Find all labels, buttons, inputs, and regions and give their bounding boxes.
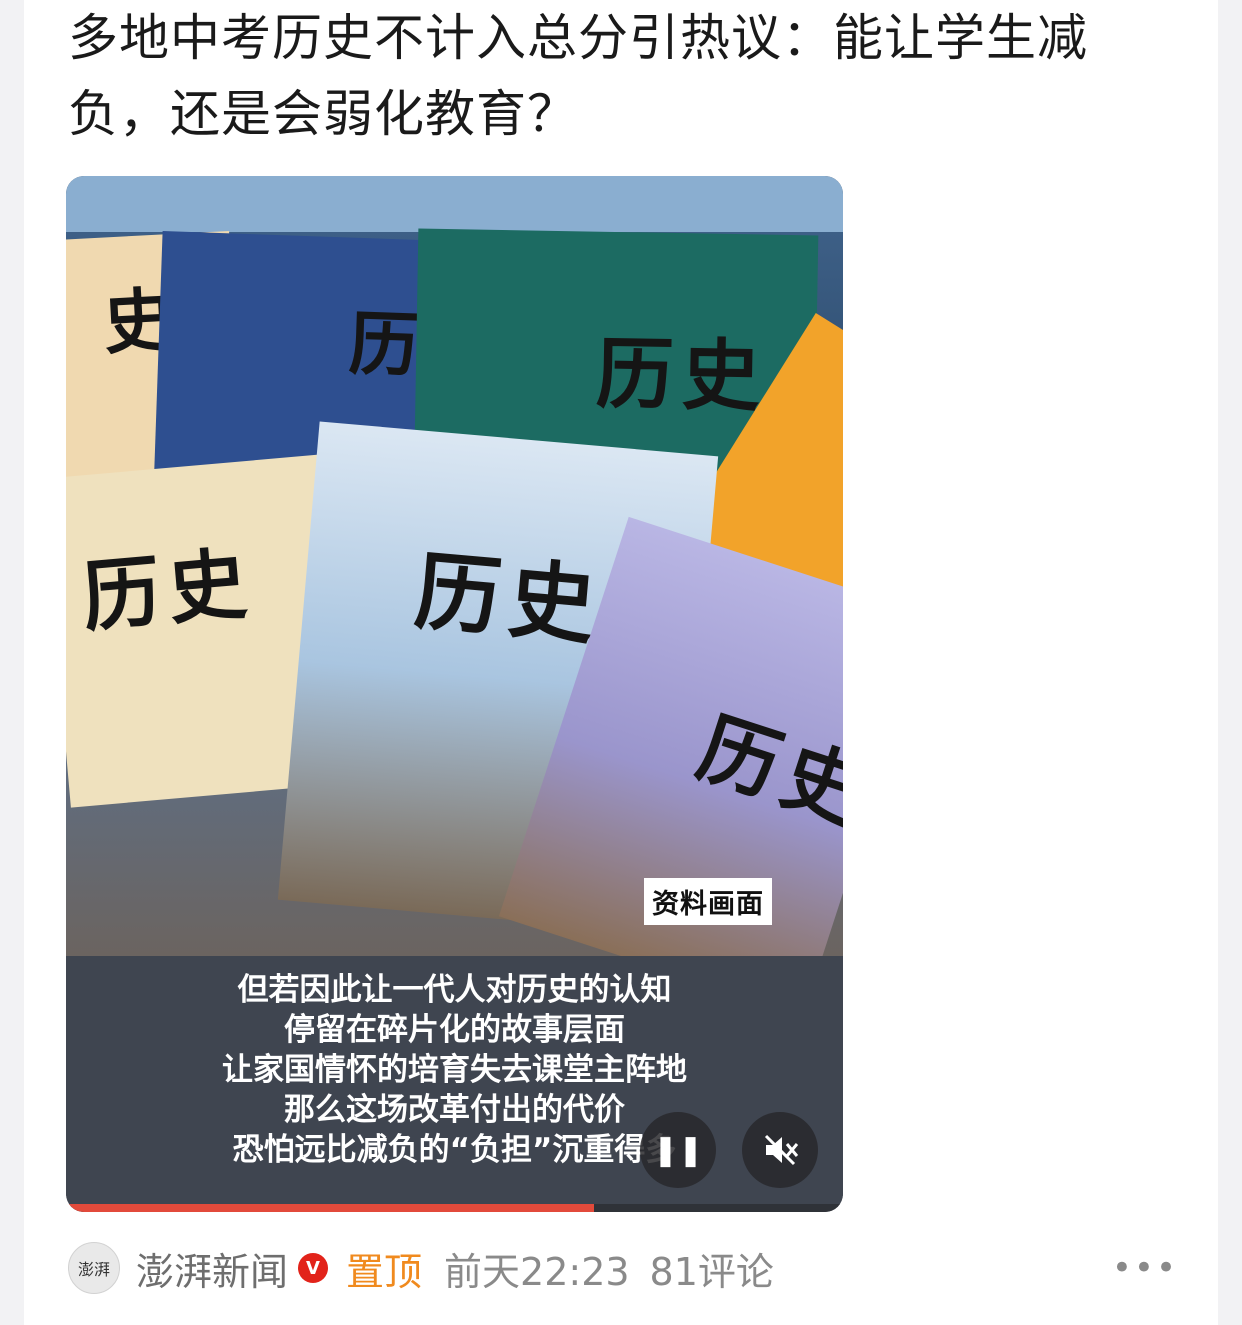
comment-count[interactable]: 81评论	[650, 1241, 774, 1296]
avatar[interactable]: 澎湃	[68, 1242, 120, 1294]
subtitle-line: 让家国情怀的培育失去课堂主阵地	[222, 1052, 687, 1088]
mute-button[interactable]	[742, 1112, 818, 1188]
post-headline[interactable]: 多地中考历史不计入总分引热议：能让学生减 负，还是会弱化教育？	[68, 0, 1168, 152]
textbook-title: 历史	[595, 328, 769, 423]
textbook-title: 历史	[687, 699, 843, 844]
more-button[interactable]: •••	[1112, 1238, 1178, 1298]
avatar-text: 澎湃	[77, 1260, 110, 1279]
subtitle-line: 但若因此让一代人对历史的认知	[237, 972, 672, 1008]
textbook-title: 历史	[410, 540, 607, 658]
headline-line-2: 负，还是会弱化教育？	[68, 85, 578, 143]
pause-button[interactable]: ❚❚	[640, 1112, 716, 1188]
verified-badge: V	[298, 1253, 329, 1283]
textbook-title: 历史	[78, 537, 259, 644]
subtitle-area: 但若因此让一代人对历史的认知 停留在碎片化的故事层面 让家国情怀的培育失去课堂主…	[66, 956, 843, 1196]
footage-label: 资料画面	[644, 878, 772, 925]
subtitle-line: 恐怕远比减负的“负担”沉重得多	[232, 1132, 677, 1168]
headline-line-1: 多地中考历史不计入总分引热议：能让学生减	[68, 9, 1088, 67]
pause-icon: ❚❚	[652, 1132, 704, 1168]
progress-fill	[66, 1204, 595, 1212]
post-time: 前天22:23	[444, 1249, 630, 1294]
video-frame: 史 历 历史 历史 历史 历史 资料画面	[66, 176, 843, 1016]
subtitle-line: 那么这场改革付出的代价	[284, 1092, 625, 1128]
source-name[interactable]: 澎湃新闻	[136, 1241, 288, 1296]
video-player[interactable]: 史 历 历史 历史 历史 历史 资料画面 但若因此让一代人对历史的认知 停留在碎…	[66, 176, 843, 1212]
more-icon: •••	[1111, 1248, 1178, 1288]
subtitle-line: 停留在碎片化的故事层面	[284, 1012, 625, 1048]
post-meta: 澎湃 澎湃新闻 V 置顶 前天22:23 81评论 •••	[68, 1238, 1178, 1298]
pinned-label: 置顶	[346, 1249, 423, 1294]
post-card: 多地中考历史不计入总分引热议：能让学生减 负，还是会弱化教育？ 史 历 历史 历…	[24, 0, 1218, 1325]
mute-icon	[764, 1134, 799, 1166]
